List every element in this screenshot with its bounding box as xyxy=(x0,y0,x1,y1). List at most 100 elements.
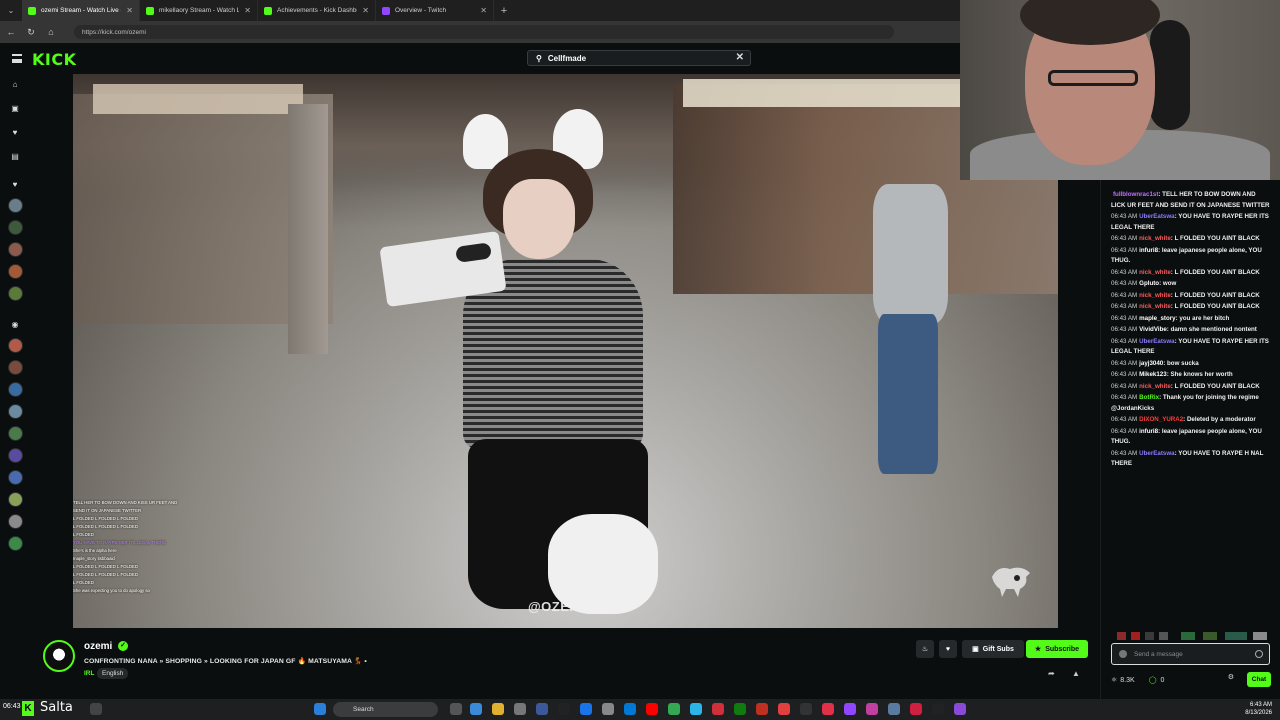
chat-settings-icon[interactable]: ⚙ xyxy=(1228,673,1234,681)
chat-username[interactable]: UberEatswa xyxy=(1139,338,1174,345)
home-icon[interactable]: ⌂ xyxy=(46,27,56,37)
chat-username[interactable]: UberEatswa xyxy=(1139,213,1174,220)
chat-message[interactable]: 06:43 AM UberEatswa: YOU HAVE TO RAYPE HE… xyxy=(1111,337,1271,358)
chat-message[interactable]: 06:43 AM nick_white: L FOLDED YOU AINT BL… xyxy=(1111,234,1271,245)
channel-points-icon[interactable]: ◯ xyxy=(1149,676,1157,684)
chat-message[interactable]: 06:43 AM nick_white: L FOLDED YOU AINT BL… xyxy=(1111,268,1271,279)
recommended-channel-avatar[interactable] xyxy=(8,404,23,419)
chat-username[interactable]: nick_white xyxy=(1139,269,1171,276)
chat-username[interactable]: infuri8 xyxy=(1139,247,1158,254)
chat-message[interactable]: 06:43 AM UberEatswa: YOU HAVE TO RAYPE HE… xyxy=(1111,212,1271,233)
amazon-icon[interactable] xyxy=(558,703,570,715)
chat-message[interactable]: 06:43 AM Gpluto: wow xyxy=(1111,279,1271,290)
followed-channel-avatar[interactable] xyxy=(8,286,23,301)
file-explorer-icon[interactable] xyxy=(492,703,504,715)
app-taskbar-icon[interactable] xyxy=(712,703,724,715)
chat-message[interactable]: fullblownrac1st: TELL HER TO BOW DOWN AN… xyxy=(1111,190,1271,211)
follow-heart-button[interactable]: ♥ xyxy=(939,640,957,658)
url-field[interactable]: https://kick.com/ozemi xyxy=(74,25,894,39)
chat-username[interactable]: infuri8 xyxy=(1139,428,1158,435)
back-icon[interactable]: ← xyxy=(6,27,16,37)
chat-message[interactable]: 06:43 AM nick_white: L FOLDED YOU AINT BL… xyxy=(1111,302,1271,313)
tab-close-icon[interactable]: ✕ xyxy=(480,6,487,15)
recommended-channel-avatar[interactable] xyxy=(8,360,23,375)
recommended-channel-avatar[interactable] xyxy=(8,426,23,441)
app-taskbar-icon[interactable] xyxy=(602,703,614,715)
chat-message[interactable]: 06:43 AM maple_story: you are her bitch xyxy=(1111,314,1271,325)
app-taskbar-icon[interactable] xyxy=(954,703,966,715)
kick-logo[interactable]: KICK xyxy=(32,50,77,69)
notification-bell-button[interactable]: ♨ xyxy=(916,640,934,658)
menu-icon[interactable] xyxy=(12,54,22,63)
chat-username[interactable]: BotRix xyxy=(1139,394,1159,401)
browser-tab[interactable]: Achievements - Kick Dashboard ✕ xyxy=(258,0,376,21)
following-nav-icon[interactable]: ♥ xyxy=(10,128,20,138)
system-clock[interactable]: 6:43 AM 8/13/2026 xyxy=(1245,701,1272,717)
recommended-channel-avatar[interactable] xyxy=(8,514,23,529)
recommended-channel-avatar[interactable] xyxy=(8,448,23,463)
reload-icon[interactable]: ↻ xyxy=(26,27,36,38)
app-taskbar-icon[interactable] xyxy=(756,703,768,715)
browser-tab[interactable]: ozemi Stream - Watch Live on ✕ xyxy=(22,0,140,21)
chat-username[interactable]: nick_white xyxy=(1139,292,1171,299)
gift-subs-button[interactable]: ▣ Gift Subs xyxy=(962,640,1024,658)
edge-icon[interactable] xyxy=(470,703,482,715)
xbox-icon[interactable] xyxy=(734,703,746,715)
app-taskbar-icon[interactable] xyxy=(778,703,790,715)
emoji-picker-icon[interactable] xyxy=(1255,650,1263,658)
app-taskbar-icon[interactable] xyxy=(932,703,944,715)
channel-name[interactable]: ozemi xyxy=(84,641,112,652)
app-taskbar-icon[interactable] xyxy=(822,703,834,715)
tab-close-icon[interactable]: ✕ xyxy=(126,6,133,15)
recommended-channel-avatar[interactable] xyxy=(8,382,23,397)
followed-channel-avatar[interactable] xyxy=(8,242,23,257)
chat-username[interactable]: UberEatswa xyxy=(1139,450,1174,457)
app-taskbar-icon[interactable] xyxy=(690,703,702,715)
followed-channel-avatar[interactable] xyxy=(8,198,23,213)
app-taskbar-icon[interactable] xyxy=(844,703,856,715)
stream-category[interactable]: IRL xyxy=(84,670,94,677)
chat-message-input[interactable]: Send a message xyxy=(1111,643,1270,665)
share-icon[interactable]: ➦ xyxy=(1048,669,1055,678)
tab-close-icon[interactable]: ✕ xyxy=(244,6,251,15)
app-taskbar-icon[interactable] xyxy=(514,703,526,715)
search-input[interactable]: ⚲ Cellfmade ✕ xyxy=(527,50,751,66)
chrome-icon[interactable] xyxy=(668,703,680,715)
recommended-channel-avatar[interactable] xyxy=(8,470,23,485)
home-nav-icon[interactable]: ⌂ xyxy=(10,80,20,90)
emote-bar[interactable] xyxy=(1111,628,1271,640)
browse-nav-icon[interactable]: ▣ xyxy=(10,104,20,114)
facebook-icon[interactable] xyxy=(536,703,548,715)
chat-message[interactable]: 06:43 AM VividVibe: damn she mentioned no… xyxy=(1111,325,1271,336)
chat-username[interactable]: nick_white xyxy=(1139,383,1171,390)
chat-message[interactable]: 06:43 AM nick_white: L FOLDED YOU AINT BL… xyxy=(1111,382,1271,393)
chat-username[interactable]: Gpluto xyxy=(1139,280,1159,287)
followed-channel-avatar[interactable] xyxy=(8,264,23,279)
chat-message[interactable]: 06:43 AM DIXON_YURA2: Deleted by a modera… xyxy=(1111,415,1271,426)
chat-message-list[interactable]: fullblownrac1st: TELL HER TO BOW DOWN AN… xyxy=(1111,190,1271,615)
chat-message[interactable]: 06:43 AM jayj3040: bow sucka xyxy=(1111,359,1271,370)
subscribe-button[interactable]: ★ Subscribe xyxy=(1026,640,1088,658)
chat-username[interactable]: Mikek123 xyxy=(1139,371,1167,378)
chat-username[interactable]: jayj3040 xyxy=(1139,360,1163,367)
stream-language-tag[interactable]: English xyxy=(97,668,129,679)
chat-send-button[interactable]: Chat xyxy=(1247,672,1271,687)
task-view-icon[interactable] xyxy=(450,703,462,715)
browser-tab[interactable]: Overview - Twitch ✕ xyxy=(376,0,494,21)
recommended-channel-avatar[interactable] xyxy=(8,492,23,507)
chat-username[interactable]: VividVibe xyxy=(1139,326,1167,333)
chat-message[interactable]: 06:43 AM infuri8: leave japanese people a… xyxy=(1111,427,1271,448)
taskbar-search[interactable]: Search xyxy=(333,702,438,717)
app-taskbar-icon[interactable] xyxy=(910,703,922,715)
chat-username[interactable]: fullblownrac1st xyxy=(1113,191,1158,198)
recommended-channel-avatar[interactable] xyxy=(8,338,23,353)
app-taskbar-icon[interactable] xyxy=(624,703,636,715)
chat-username[interactable]: nick_white xyxy=(1139,303,1171,310)
chat-message[interactable]: 06:43 AM UberEatswa: YOU HAVE TO RAYPE H … xyxy=(1111,449,1271,470)
browser-tab[interactable]: mikellaory Stream - Watch Li ✕ xyxy=(140,0,258,21)
chat-message[interactable]: 06:43 AM Mikek123: She knows her worth xyxy=(1111,370,1271,381)
tab-search-icon[interactable]: ⌄ xyxy=(0,0,22,21)
kick-taskbar-icon[interactable]: K xyxy=(22,701,34,716)
video-player[interactable]: TELL HER TO BOW DOWN AND KISS UR FEET AN… xyxy=(73,74,1058,628)
chat-message[interactable]: 06:43 AM BotRix: Thank you for joining th… xyxy=(1111,393,1271,414)
